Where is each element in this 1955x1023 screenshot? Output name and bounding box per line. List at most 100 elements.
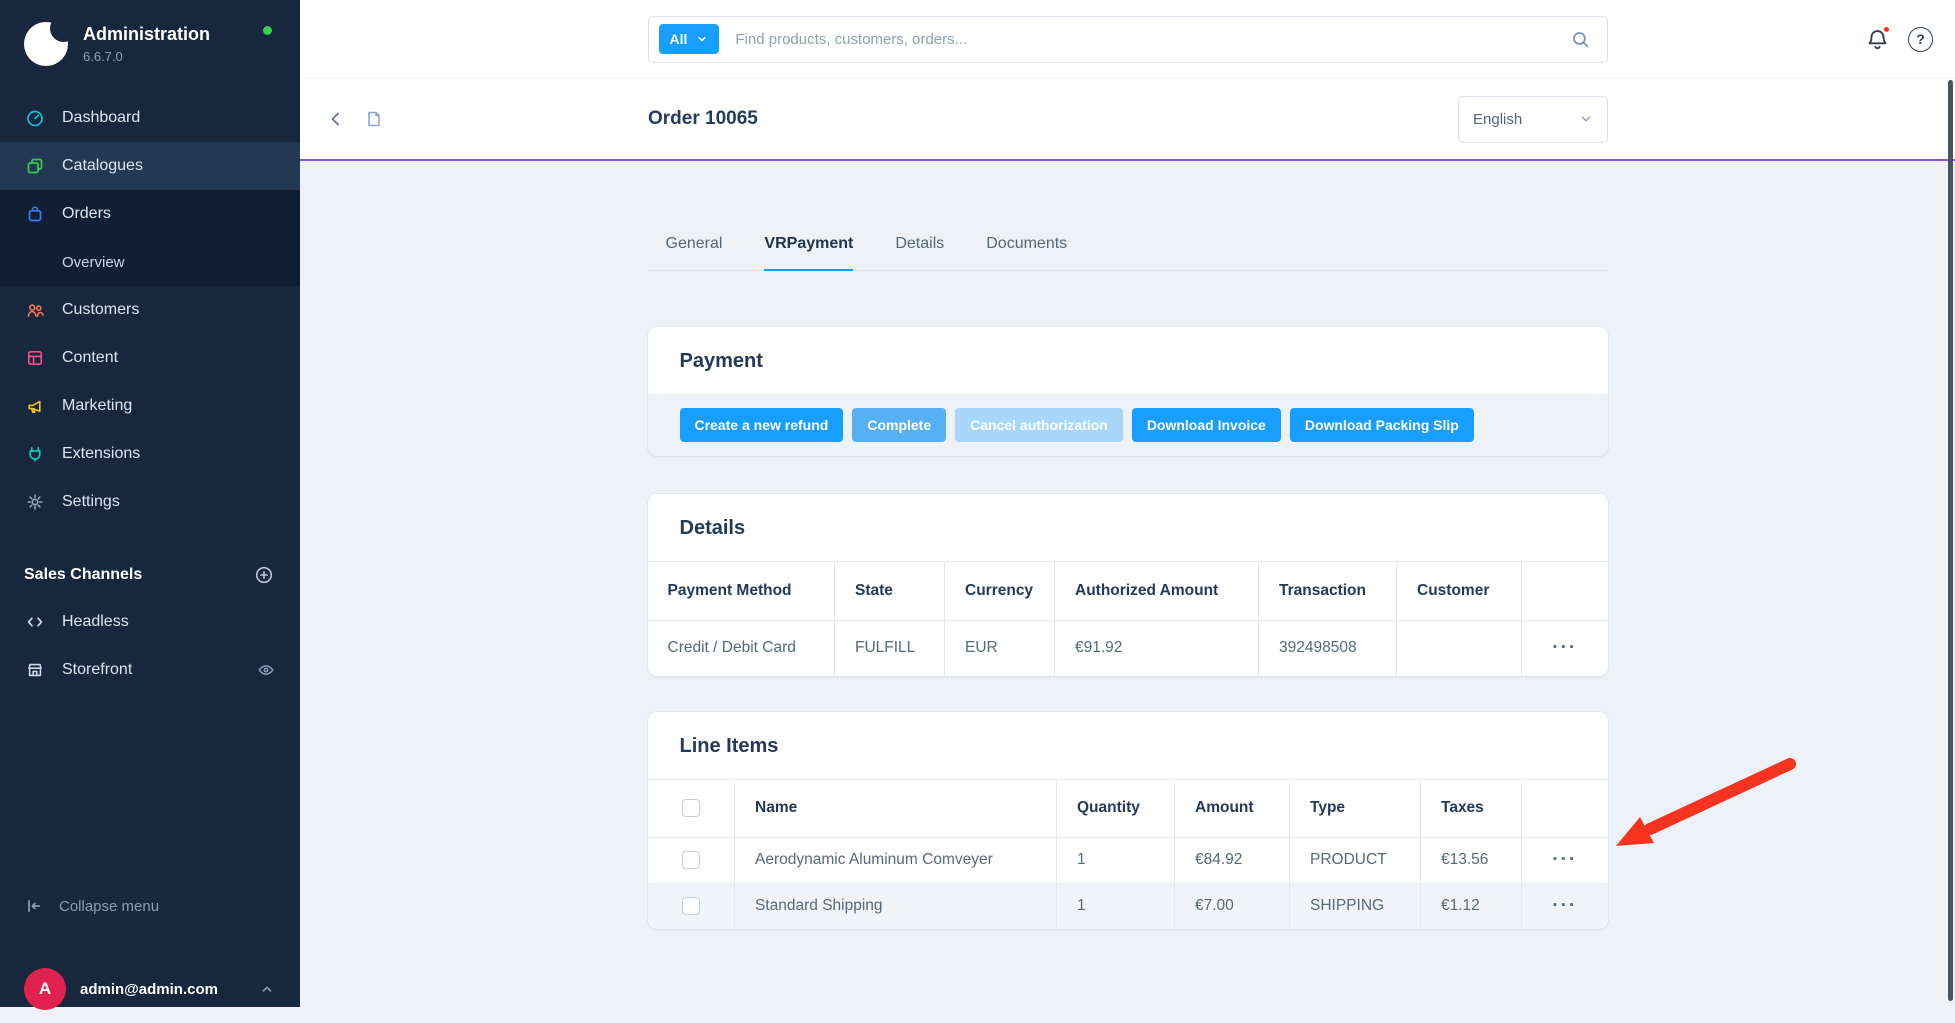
sidebar-header: Administration 6.6.7.0 xyxy=(0,0,300,82)
context-menu-button[interactable]: ··· xyxy=(1552,896,1577,915)
search-icon[interactable] xyxy=(1570,29,1591,50)
avatar: A xyxy=(24,968,66,1010)
tab-details[interactable]: Details xyxy=(895,235,944,271)
cell-type: SHIPPING xyxy=(1290,883,1421,929)
language-select[interactable]: English xyxy=(1458,96,1608,143)
download-packing-slip-button[interactable]: Download Packing Slip xyxy=(1290,408,1474,442)
scrollbar-thumb[interactable] xyxy=(1948,80,1953,1001)
sidebar-item-headless[interactable]: Headless xyxy=(0,598,300,646)
sidebar-item-catalogues[interactable]: Catalogues xyxy=(0,142,300,190)
global-search: All xyxy=(648,16,1608,63)
storefront-visibility-eye-icon[interactable] xyxy=(256,660,276,680)
main-area: All ? Order 100 xyxy=(300,0,1955,1007)
sidebar-item-label: Overview xyxy=(62,254,125,271)
catalogues-icon xyxy=(24,156,46,176)
column-header-amount: Amount xyxy=(1175,779,1290,837)
sidebar-item-label: Extensions xyxy=(62,445,140,463)
row-checkbox[interactable] xyxy=(682,851,700,869)
detail-tabs: General VRPayment Details Documents xyxy=(648,235,1608,271)
page-title: Order 10065 xyxy=(648,108,758,130)
column-header-quantity: Quantity xyxy=(1057,779,1175,837)
complete-button[interactable]: Complete xyxy=(852,408,946,442)
smartbar: Order 10065 English xyxy=(300,79,1955,161)
context-menu-button[interactable]: ··· xyxy=(1552,638,1577,657)
sidebar-item-storefront[interactable]: Storefront xyxy=(0,646,300,694)
collapse-menu-label: Collapse menu xyxy=(59,898,159,915)
cell-taxes: €13.56 xyxy=(1421,837,1522,883)
app-version: 6.6.7.0 xyxy=(83,49,210,64)
sidebar-item-marketing[interactable]: Marketing xyxy=(0,382,300,430)
sidebar-item-label: Orders xyxy=(62,205,111,223)
storefront-icon xyxy=(24,660,46,680)
cell-payment-method: Credit / Debit Card xyxy=(648,621,835,676)
topbar-icons: ? xyxy=(1865,27,1933,52)
cell-quantity: 1 xyxy=(1057,883,1175,929)
notifications-bell-icon[interactable] xyxy=(1865,27,1890,52)
column-header-name: Name xyxy=(735,779,1057,837)
back-button[interactable] xyxy=(326,109,346,129)
table-header-row: Payment Method State Currency Authorized… xyxy=(648,562,1608,621)
marketing-icon xyxy=(24,396,46,416)
cell-taxes: €1.12 xyxy=(1421,883,1522,929)
chevron-up-icon xyxy=(258,980,276,998)
tab-documents[interactable]: Documents xyxy=(986,235,1067,271)
sidebar-nav: Dashboard Catalogues Orders Overview Cu xyxy=(0,94,300,526)
search-scope-label: All xyxy=(670,31,688,47)
content-icon xyxy=(24,348,46,368)
sidebar-item-label: Storefront xyxy=(62,661,240,679)
column-header-type: Type xyxy=(1290,779,1421,837)
sidebar-item-label: Customers xyxy=(62,301,139,319)
dashboard-icon xyxy=(24,108,46,128)
chevron-down-icon xyxy=(696,33,708,45)
column-header-authorized-amount: Authorized Amount xyxy=(1055,562,1259,621)
user-menu[interactable]: A admin@admin.com xyxy=(0,955,300,1023)
add-sales-channel-button[interactable] xyxy=(254,565,274,585)
sidebar-item-orders[interactable]: Orders xyxy=(0,190,300,238)
app-title: Administration xyxy=(83,24,210,46)
collapse-menu-button[interactable]: Collapse menu xyxy=(0,883,300,929)
cell-quantity: 1 xyxy=(1057,837,1175,883)
table-row: Standard Shipping 1 €7.00 SHIPPING €1.12… xyxy=(648,883,1608,929)
payment-card: Payment Create a new refund Complete Can… xyxy=(648,327,1608,456)
document-page-icon[interactable] xyxy=(364,109,384,129)
settings-gear-icon xyxy=(24,492,46,512)
details-table: Payment Method State Currency Authorized… xyxy=(648,561,1608,676)
sidebar-item-extensions[interactable]: Extensions xyxy=(0,430,300,478)
context-menu-button[interactable]: ··· xyxy=(1552,850,1577,869)
search-input[interactable] xyxy=(719,31,1569,48)
sidebar-item-orders-overview[interactable]: Overview xyxy=(0,238,300,286)
table-header-row: Name Quantity Amount Type Taxes xyxy=(648,779,1608,837)
sidebar-item-customers[interactable]: Customers xyxy=(0,286,300,334)
details-card-title: Details xyxy=(648,494,1608,561)
cell-name: Standard Shipping xyxy=(735,883,1057,929)
language-select-value: English xyxy=(1473,111,1522,128)
sidebar-item-label: Marketing xyxy=(62,397,132,415)
content-area: General VRPayment Details Documents Paym… xyxy=(300,163,1955,1007)
sidebar-item-label: Headless xyxy=(62,613,129,631)
row-checkbox[interactable] xyxy=(682,897,700,915)
cancel-authorization-button[interactable]: Cancel authorization xyxy=(955,408,1123,442)
sidebar-item-label: Content xyxy=(62,349,118,367)
select-all-checkbox[interactable] xyxy=(682,799,700,817)
line-items-card: Line Items Name Quantity Amount Type Tax… xyxy=(648,712,1608,930)
cell-type: PRODUCT xyxy=(1290,837,1421,883)
help-glyph: ? xyxy=(1916,31,1925,47)
create-refund-button[interactable]: Create a new refund xyxy=(680,408,844,442)
tab-general[interactable]: General xyxy=(666,235,723,271)
tab-vrpayment[interactable]: VRPayment xyxy=(764,235,853,271)
column-header-taxes: Taxes xyxy=(1421,779,1522,837)
table-row: Aerodynamic Aluminum Comveyer 1 €84.92 P… xyxy=(648,837,1608,883)
orders-icon xyxy=(24,204,46,224)
customers-icon xyxy=(24,300,46,320)
download-invoice-button[interactable]: Download Invoice xyxy=(1132,408,1281,442)
search-scope-button[interactable]: All xyxy=(659,24,720,54)
sidebar: Administration 6.6.7.0 Dashboard Catalog… xyxy=(0,0,300,1007)
cell-currency: EUR xyxy=(945,621,1055,676)
sidebar-item-settings[interactable]: Settings xyxy=(0,478,300,526)
cell-customer xyxy=(1397,621,1522,676)
help-icon[interactable]: ? xyxy=(1908,27,1933,52)
sales-channels-heading: Sales Channels xyxy=(0,552,300,598)
sidebar-item-content[interactable]: Content xyxy=(0,334,300,382)
sidebar-item-dashboard[interactable]: Dashboard xyxy=(0,94,300,142)
chevron-down-icon xyxy=(1579,112,1593,126)
